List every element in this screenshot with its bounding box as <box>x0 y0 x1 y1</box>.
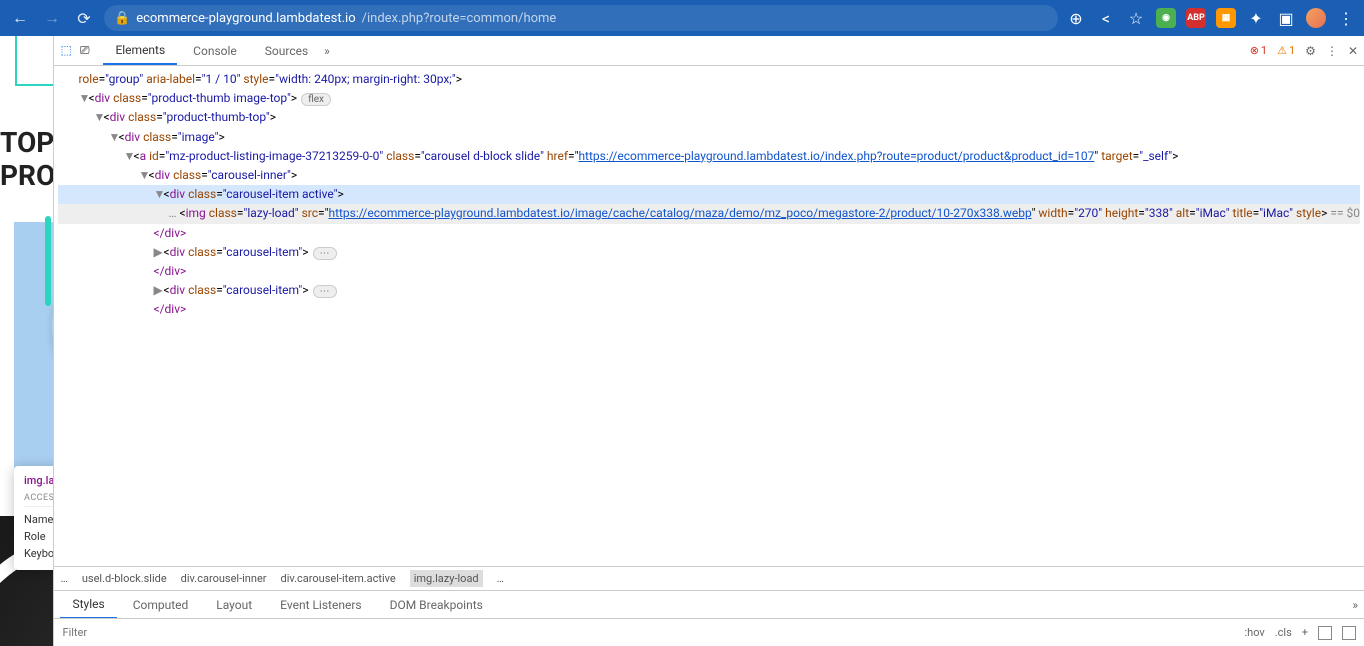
new-style-icon[interactable]: + <box>1302 626 1308 639</box>
browser-toolbar: ← → ⟳ 🔒 ecommerce-playground.lambdatest.… <box>0 0 1364 36</box>
toggle-icon[interactable] <box>1318 626 1332 640</box>
styles-tabbar: Styles Computed Layout Event Listeners D… <box>54 590 1364 618</box>
tab-dombreakpoints[interactable]: DOM Breakpoints <box>378 592 495 618</box>
toggle-icon[interactable] <box>1342 626 1356 640</box>
error-count[interactable]: ⊗ 1 <box>1250 44 1267 57</box>
tooltip-selector: img.lazy-load <box>24 474 53 487</box>
inspect-icon[interactable]: ⬚ <box>60 43 71 58</box>
extension-icon[interactable]: ▦ <box>1216 8 1236 28</box>
extensions-icon[interactable]: ✦ <box>1246 8 1266 28</box>
sidepanel-icon[interactable]: ▣ <box>1276 8 1296 28</box>
elements-tree[interactable]: role="group" aria-label="1 / 10" style="… <box>54 66 1364 566</box>
breadcrumb[interactable]: … usel.d-block.slide div.carousel-inner … <box>54 566 1364 590</box>
section-title: TOP PRODUCTS <box>0 126 53 192</box>
devtools-panel: ⬚ ⎚ Elements Console Sources » ⊗ 1 ⚠ 1 ⚙… <box>53 36 1364 646</box>
close-icon[interactable]: ✕ <box>1348 44 1358 58</box>
scrollbar-thumb[interactable] <box>45 216 51 306</box>
bookmark-icon[interactable]: ☆ <box>1126 8 1146 28</box>
tooltip-section: ACCESSIBILITY <box>24 493 53 507</box>
tab-sources[interactable]: Sources <box>253 38 320 64</box>
tab-layout[interactable]: Layout <box>204 592 264 618</box>
element-inspect-tooltip: img.lazy-load 240 × 300.42 ACCESSIBILITY… <box>14 466 53 570</box>
toolbar-actions: ⊕ < ☆ ◉ ABP ▦ ✦ ▣ ⋮ <box>1066 8 1356 28</box>
extension-icon[interactable]: ◉ <box>1156 8 1176 28</box>
settings-icon[interactable]: ⚙ <box>1305 44 1316 58</box>
tab-console[interactable]: Console <box>181 38 249 64</box>
share-icon[interactable]: < <box>1096 8 1116 28</box>
tab-eventlisteners[interactable]: Event Listeners <box>268 592 373 618</box>
back-button[interactable]: ← <box>8 6 32 30</box>
tab-elements[interactable]: Elements <box>103 37 177 65</box>
url-path: /index.php?route=common/home <box>362 11 557 26</box>
zoom-icon[interactable]: ⊕ <box>1066 8 1086 28</box>
address-bar[interactable]: 🔒 ecommerce-playground.lambdatest.io/ind… <box>104 5 1058 31</box>
menu-icon[interactable]: ⋮ <box>1336 8 1356 28</box>
devtools-tabbar: ⬚ ⎚ Elements Console Sources » ⊗ 1 ⚠ 1 ⚙… <box>54 36 1364 66</box>
reload-button[interactable]: ⟳ <box>72 6 96 30</box>
styles-filter-bar: :hov .cls + <box>54 618 1364 646</box>
cls-toggle[interactable]: .cls <box>1275 626 1292 639</box>
more-tabs-icon[interactable]: » <box>324 44 330 58</box>
more-tabs-icon[interactable]: » <box>1352 598 1358 612</box>
forward-button[interactable]: → <box>40 6 64 30</box>
lock-icon: 🔒 <box>114 11 130 26</box>
tab-styles[interactable]: Styles <box>60 591 116 619</box>
url-domain: ecommerce-playground.lambdatest.io <box>136 11 355 26</box>
tab-computed[interactable]: Computed <box>121 592 201 618</box>
hov-toggle[interactable]: :hov <box>1244 626 1264 639</box>
profile-avatar[interactable] <box>1306 8 1326 28</box>
filter-input[interactable] <box>62 626 1236 639</box>
device-toggle-icon[interactable]: ⎚ <box>80 43 90 58</box>
banner-box <box>15 36 53 86</box>
menu-icon[interactable]: ⋮ <box>1326 44 1338 58</box>
abp-extension-icon[interactable]: ABP <box>1186 8 1206 28</box>
warning-count[interactable]: ⚠ 1 <box>1277 44 1295 57</box>
webpage-viewport: TOP PRODUCTS SAMSUNG SAMSUNG iMac $170.0… <box>0 36 53 646</box>
